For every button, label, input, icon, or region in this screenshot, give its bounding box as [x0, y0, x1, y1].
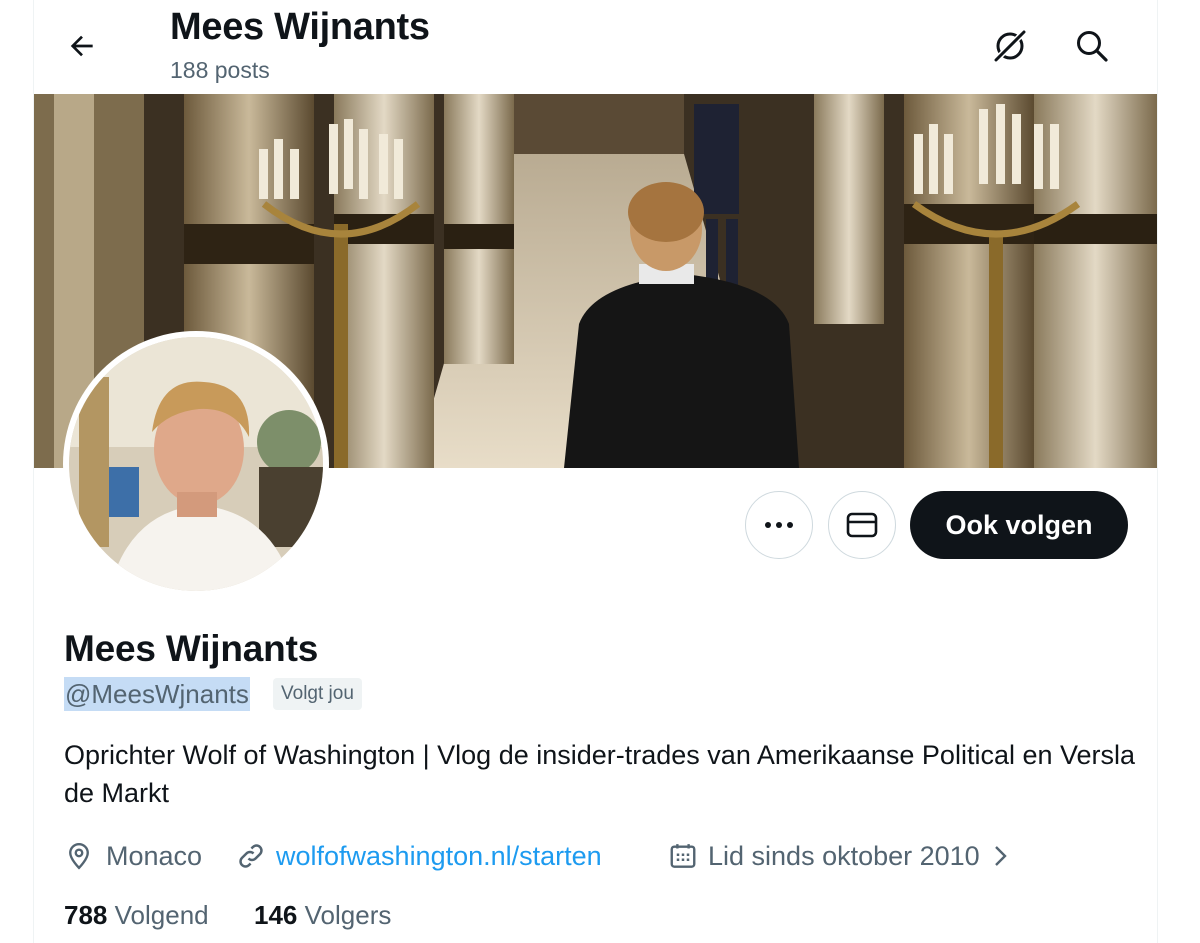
followers-count: 146 [254, 900, 298, 930]
location-pin-icon [69, 842, 89, 870]
chevron-right-icon [994, 846, 1007, 866]
followers-link[interactable]: 146 Volgers [254, 900, 391, 931]
website-link[interactable]: wolfofwashington.nl/starten [276, 841, 602, 872]
profile-name: Mees Wijnants [64, 628, 319, 669]
posts-count: 188 posts [170, 57, 270, 83]
back-button[interactable] [54, 18, 110, 74]
grok-button[interactable] [984, 20, 1036, 72]
more-icon [765, 522, 793, 528]
followers-label: Volgers [304, 900, 392, 930]
following-count: 788 [64, 900, 108, 930]
join-date[interactable]: Lid sinds oktober 2010 [668, 838, 1012, 874]
following-label: Volgend [114, 900, 209, 930]
location-label: Monaco [106, 840, 203, 871]
message-button[interactable] [828, 491, 896, 559]
join-date-label: Lid sinds oktober 2010 [708, 840, 980, 871]
follow-back-button[interactable]: Ook volgen [910, 491, 1128, 559]
link-icon [239, 844, 263, 868]
page-title: Mees Wijnants [170, 6, 430, 48]
following-link[interactable]: 788 Volgend [64, 900, 209, 931]
calendar-icon [670, 844, 696, 868]
website: wolfofwashington.nl/starten [236, 838, 602, 874]
search-button[interactable] [1066, 20, 1118, 72]
more-button[interactable] [745, 491, 813, 559]
location: Monaco [64, 838, 202, 874]
search-icon [1077, 31, 1108, 62]
envelope-icon [846, 512, 878, 538]
grok-icon [994, 30, 1026, 62]
follows-you-badge: Volgt jou [273, 678, 362, 710]
arrow-left-icon [70, 35, 93, 57]
avatar[interactable] [63, 331, 329, 597]
profile-bio: Oprichter Wolf of Washington | Vlog de i… [64, 740, 1136, 808]
profile-handle: @MeesWjnants [64, 677, 250, 711]
